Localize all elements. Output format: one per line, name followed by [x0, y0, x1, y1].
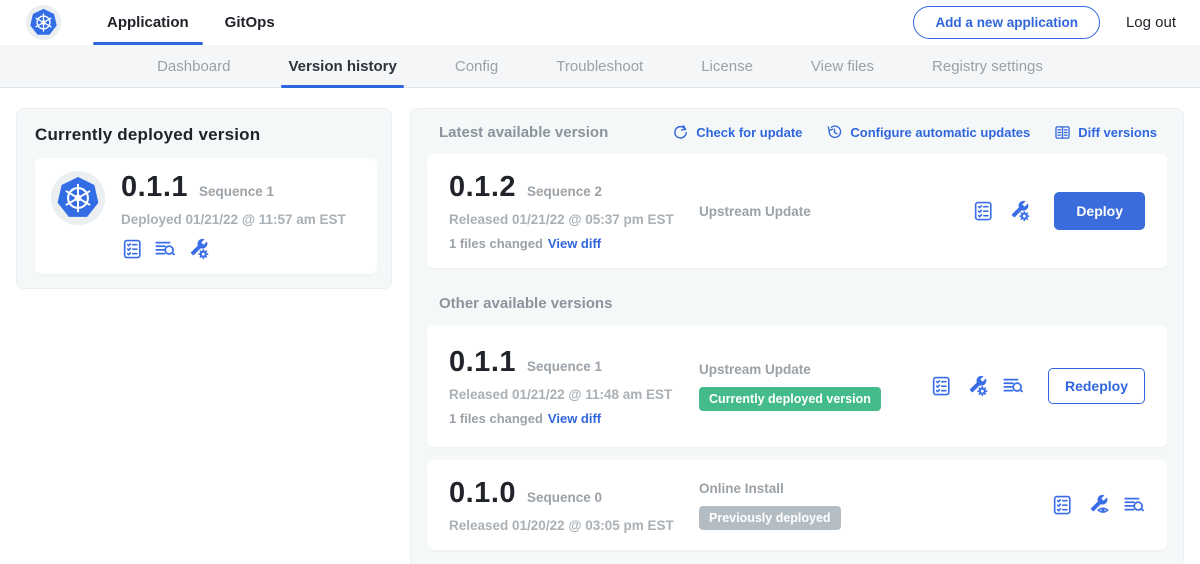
subtab-license[interactable]: License	[672, 45, 782, 87]
deployed-panel-title: Currently deployed version	[35, 125, 377, 145]
configure-updates-link[interactable]: Configure automatic updates	[826, 124, 1030, 141]
deploy-logs-icon[interactable]	[1002, 375, 1024, 397]
logout-button[interactable]: Log out	[1126, 14, 1176, 31]
version-number: 0.1.2	[449, 171, 516, 204]
check-for-update-label: Check for update	[696, 125, 802, 140]
preflight-checks-icon[interactable]	[972, 200, 994, 222]
released-timestamp: Released 01/20/22 @ 03:05 pm EST	[449, 518, 699, 533]
view-diff-link[interactable]: View diff	[548, 411, 601, 426]
redeploy-button[interactable]: Redeploy	[1048, 368, 1145, 404]
subtab-registry-settings-label: Registry settings	[932, 58, 1043, 75]
preflight-checks-icon[interactable]	[1051, 494, 1073, 516]
deployed-sequence-label: Sequence 1	[199, 184, 274, 199]
previously-deployed-badge: Previously deployed	[699, 506, 841, 530]
diff-icon	[1054, 124, 1071, 141]
latest-version-title: Latest available version	[439, 124, 608, 141]
subtab-config[interactable]: Config	[426, 45, 527, 87]
other-versions-title: Other available versions	[439, 295, 1167, 312]
subtab-dashboard[interactable]: Dashboard	[128, 45, 259, 87]
kubernetes-logo-icon	[26, 5, 61, 40]
view-config-icon[interactable]	[1087, 494, 1109, 516]
subtab-version-history[interactable]: Version history	[259, 45, 425, 87]
files-changed-label: 1 files changed	[449, 236, 543, 251]
sequence-label: Sequence 1	[527, 359, 602, 374]
subtab-registry-settings[interactable]: Registry settings	[903, 45, 1072, 87]
refresh-icon	[672, 124, 689, 141]
deploy-logs-icon[interactable]	[1123, 494, 1145, 516]
sequence-label: Sequence 0	[527, 490, 602, 505]
version-number: 0.1.1	[449, 346, 516, 379]
subtab-config-label: Config	[455, 58, 498, 75]
subtab-troubleshoot-label: Troubleshoot	[556, 58, 643, 75]
files-changed-label: 1 files changed	[449, 411, 543, 426]
preflight-checks-icon[interactable]	[121, 238, 143, 260]
check-for-update-link[interactable]: Check for update	[672, 124, 802, 141]
deployed-version-card: 0.1.1 Sequence 1 Deployed 01/21/22 @ 11:…	[35, 158, 377, 274]
tab-application-label: Application	[107, 14, 189, 31]
deploy-button[interactable]: Deploy	[1054, 192, 1145, 230]
version-source-label: Online Install	[699, 481, 784, 496]
tab-gitops[interactable]: GitOps	[207, 0, 293, 45]
edit-config-icon[interactable]	[1008, 200, 1030, 222]
tab-gitops-label: GitOps	[225, 14, 275, 31]
view-diff-link[interactable]: View diff	[548, 236, 601, 251]
subtab-dashboard-label: Dashboard	[157, 58, 230, 75]
released-timestamp: Released 01/21/22 @ 05:37 pm EST	[449, 212, 699, 227]
version-number: 0.1.0	[449, 477, 516, 510]
diff-versions-link[interactable]: Diff versions	[1054, 124, 1157, 141]
subtab-view-files-label: View files	[811, 58, 874, 75]
subtab-license-label: License	[701, 58, 753, 75]
available-versions-panel: Latest available version Check for updat…	[410, 108, 1184, 564]
version-card-0-1-1: 0.1.1 Sequence 1 Released 01/21/22 @ 11:…	[427, 325, 1167, 447]
version-card-0-1-0: 0.1.0 Sequence 0 Released 01/20/22 @ 03:…	[427, 460, 1167, 550]
subtab-version-history-label: Version history	[288, 58, 396, 75]
edit-config-icon[interactable]	[187, 238, 209, 260]
app-icon	[51, 171, 105, 225]
diff-versions-label: Diff versions	[1078, 125, 1157, 140]
sequence-label: Sequence 2	[527, 184, 602, 199]
tab-application[interactable]: Application	[89, 0, 207, 45]
add-application-button[interactable]: Add a new application	[913, 6, 1100, 39]
currently-deployed-panel: Currently deployed version 0.1.1 Sequenc…	[16, 108, 392, 289]
edit-config-icon[interactable]	[966, 375, 988, 397]
deployed-timestamp: Deployed 01/21/22 @ 11:57 am EST	[121, 212, 346, 227]
deployed-version-number: 0.1.1	[121, 171, 188, 204]
app-sub-nav: Dashboard Version history Config Trouble…	[0, 45, 1200, 88]
configure-updates-label: Configure automatic updates	[850, 125, 1030, 140]
version-history-page: Currently deployed version 0.1.1 Sequenc…	[0, 88, 1200, 564]
version-source-label: Upstream Update	[699, 204, 811, 219]
deploy-logs-icon[interactable]	[154, 238, 176, 260]
preflight-checks-icon[interactable]	[930, 375, 952, 397]
clock-update-icon	[826, 124, 843, 141]
version-source-label: Upstream Update	[699, 362, 811, 377]
subtab-view-files[interactable]: View files	[782, 45, 903, 87]
top-nav: Application GitOps Add a new application…	[0, 0, 1200, 45]
version-card-0-1-2: 0.1.2 Sequence 2 Released 01/21/22 @ 05:…	[427, 154, 1167, 268]
currently-deployed-badge: Currently deployed version	[699, 387, 881, 411]
released-timestamp: Released 01/21/22 @ 11:48 am EST	[449, 387, 699, 402]
subtab-troubleshoot[interactable]: Troubleshoot	[527, 45, 672, 87]
